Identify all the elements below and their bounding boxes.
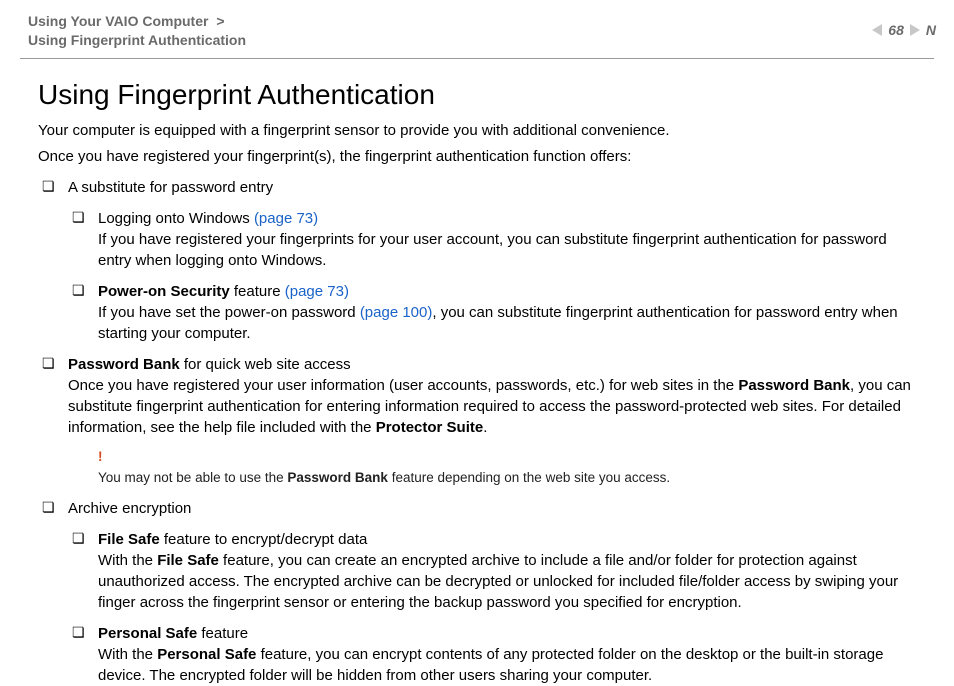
sub-body-bold: File Safe: [157, 552, 219, 569]
sub-body-a: If you have set the power-on password: [98, 304, 360, 321]
sub-file-safe: File Safe feature to encrypt/decrypt dat…: [68, 529, 916, 613]
sub-list: File Safe feature to encrypt/decrypt dat…: [68, 529, 916, 686]
warning-icon: !: [98, 448, 916, 467]
crumb-sep: >: [216, 13, 224, 29]
sub-body-b: feature, you can create an encrypted arc…: [98, 552, 898, 611]
page-number: 68: [888, 22, 904, 38]
sub-body-bold: Personal Safe: [157, 646, 256, 663]
page-n-label: N: [926, 22, 936, 38]
sub-title-rest: feature: [197, 625, 248, 642]
link-page-73b[interactable]: (page 73): [285, 283, 349, 300]
content: Using Fingerprint Authentication Your co…: [0, 59, 954, 686]
body-e: .: [483, 419, 487, 436]
body-a: Once you have registered your user infor…: [68, 377, 738, 394]
note-a: You may not be able to use the: [98, 470, 287, 485]
sub-title-bold: File Safe: [98, 531, 160, 548]
next-page-arrow-icon[interactable]: [910, 24, 920, 36]
body-bold1: Password Bank: [738, 377, 850, 394]
sub-list: Logging onto Windows (page 73) If you ha…: [68, 208, 916, 344]
page-header: Using Your VAIO Computer > Using Fingerp…: [0, 0, 954, 50]
intro-1: Your computer is equipped with a fingerp…: [38, 121, 916, 141]
pager: 68 N: [872, 22, 936, 38]
sub-personal-safe: Personal Safe feature With the Personal …: [68, 623, 916, 686]
crumb-page: Using Fingerprint Authentication: [28, 32, 246, 48]
crumb-section: Using Your VAIO Computer: [28, 13, 208, 29]
body-bold2: Protector Suite: [376, 419, 484, 436]
note: ! You may not be able to use the Passwor…: [98, 448, 916, 488]
breadcrumb-sub: Using Fingerprint Authentication: [28, 31, 926, 50]
bullet-password-substitute: A substitute for password entry Logging …: [38, 177, 916, 344]
bullet-rest: for quick web site access: [180, 356, 351, 373]
prev-page-arrow-icon[interactable]: [872, 24, 882, 36]
sub-title: Logging onto Windows: [98, 210, 254, 227]
sub-logging-windows: Logging onto Windows (page 73) If you ha…: [68, 208, 916, 271]
intro-2: Once you have registered your fingerprin…: [38, 147, 916, 167]
sub-body-a: With the: [98, 552, 157, 569]
sub-title-rest: feature: [230, 283, 285, 300]
sub-body: If you have registered your fingerprints…: [98, 231, 887, 269]
link-page-73a[interactable]: (page 73): [254, 210, 318, 227]
bullet-text: Archive encryption: [68, 500, 191, 517]
bullet-list: A substitute for password entry Logging …: [38, 177, 916, 686]
bullet-archive-encryption: Archive encryption File Safe feature to …: [38, 498, 916, 686]
page-title: Using Fingerprint Authentication: [38, 79, 916, 111]
sub-title-bold: Power-on Security: [98, 283, 230, 300]
breadcrumb: Using Your VAIO Computer >: [28, 12, 926, 31]
sub-title-rest: feature to encrypt/decrypt data: [160, 531, 368, 548]
link-page-100[interactable]: (page 100): [360, 304, 433, 321]
sub-power-on-security: Power-on Security feature (page 73) If y…: [68, 281, 916, 344]
note-b: feature depending on the web site you ac…: [388, 470, 670, 485]
bullet-bold: Password Bank: [68, 356, 180, 373]
sub-title-bold: Personal Safe: [98, 625, 197, 642]
note-bold: Password Bank: [287, 470, 388, 485]
sub-body-a: With the: [98, 646, 157, 663]
bullet-password-bank: Password Bank for quick web site access …: [38, 354, 916, 488]
bullet-text: A substitute for password entry: [68, 179, 273, 196]
